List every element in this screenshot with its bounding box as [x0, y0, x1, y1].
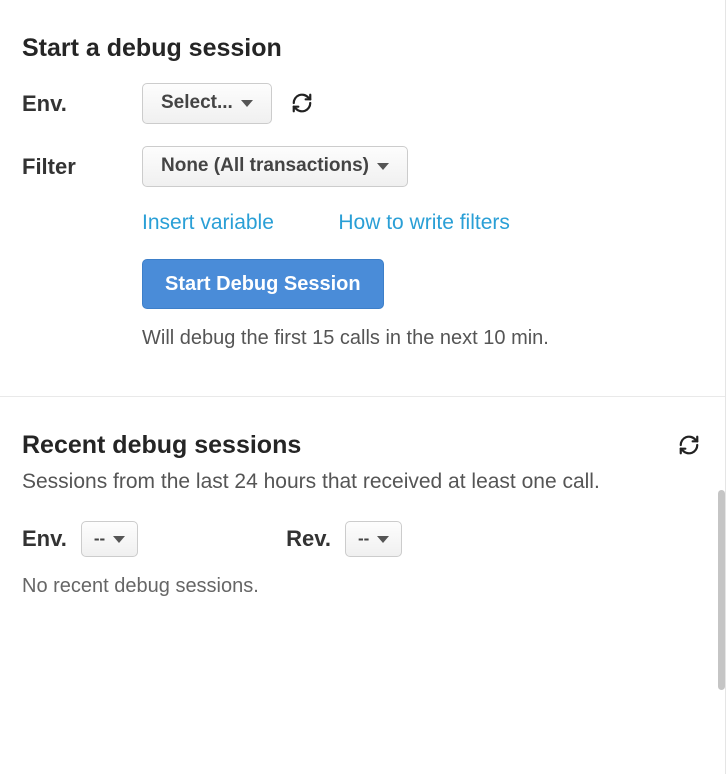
start-debug-title: Start a debug session [22, 34, 703, 63]
recent-sessions-section: Recent debug sessions Sessions from the … [0, 397, 725, 605]
start-debug-session-button[interactable]: Start Debug Session [142, 259, 384, 309]
insert-variable-link[interactable]: Insert variable [142, 211, 274, 234]
filter-links-row: Insert variable How to write filters [142, 211, 703, 235]
start-debug-section: Start a debug session Env. Select... [0, 0, 725, 378]
refresh-icon[interactable] [675, 431, 703, 459]
recent-header: Recent debug sessions [22, 431, 703, 460]
filter-select-dropdown[interactable]: None (All transactions) [142, 146, 408, 187]
refresh-icon[interactable] [288, 89, 316, 117]
no-recent-sessions-text: No recent debug sessions. [22, 575, 703, 598]
scrollbar-thumb[interactable] [718, 490, 725, 690]
filter-row: Filter None (All transactions) Insert va… [22, 146, 703, 350]
caret-down-icon [113, 536, 125, 543]
recent-env-dropdown[interactable]: -- [81, 521, 138, 557]
filter-select-label: None (All transactions) [161, 155, 369, 178]
env-row: Env. Select... [22, 83, 703, 124]
filter-label: Filter [22, 146, 142, 180]
how-to-write-filters-link[interactable]: How to write filters [338, 211, 510, 234]
debug-helper-text: Will debug the first 15 calls in the nex… [142, 327, 703, 350]
recent-rev-dropdown[interactable]: -- [345, 521, 402, 557]
caret-down-icon [241, 100, 253, 107]
recent-rev-select-label: -- [358, 529, 369, 549]
recent-sessions-title: Recent debug sessions [22, 431, 301, 460]
recent-sessions-subtext: Sessions from the last 24 hours that rec… [22, 466, 662, 498]
env-controls: Select... [142, 83, 703, 124]
recent-rev-label: Rev. [286, 526, 331, 552]
debug-panel: Start a debug session Env. Select... [0, 0, 726, 774]
env-select-label: Select... [161, 92, 233, 115]
recent-env-label: Env. [22, 526, 67, 552]
recent-filters-row: Env. -- Rev. -- [22, 521, 703, 557]
caret-down-icon [377, 163, 389, 170]
start-debug-button-label: Start Debug Session [165, 272, 361, 296]
caret-down-icon [377, 536, 389, 543]
env-label: Env. [22, 83, 142, 117]
filter-controls: None (All transactions) Insert variable … [142, 146, 703, 350]
env-select-dropdown[interactable]: Select... [142, 83, 272, 124]
recent-env-select-label: -- [94, 529, 105, 549]
